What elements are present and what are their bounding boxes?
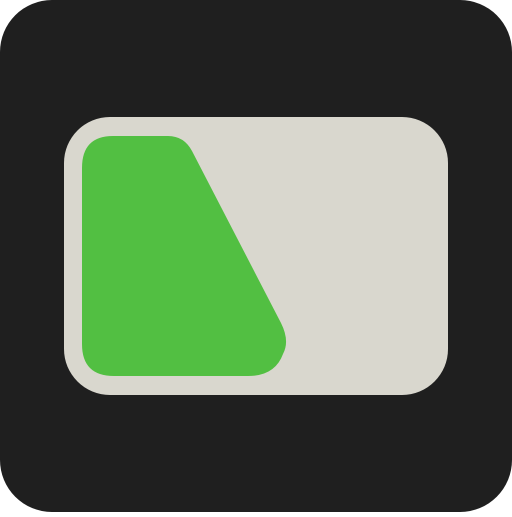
app-icon[interactable] — [0, 0, 512, 512]
app-icon-graphic — [0, 0, 512, 512]
